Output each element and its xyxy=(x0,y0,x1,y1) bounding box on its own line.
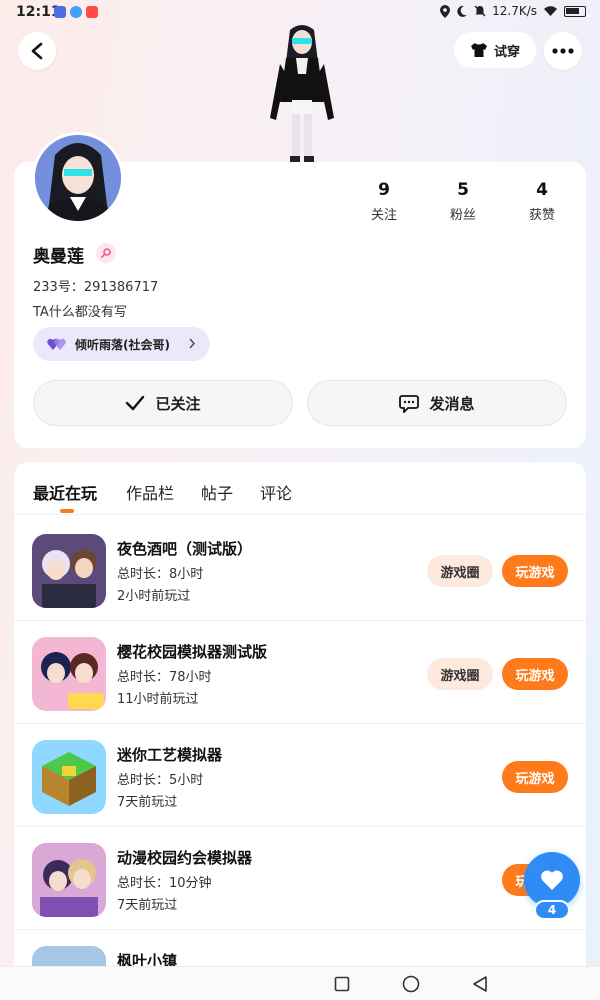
game-icon xyxy=(32,534,106,608)
game-duration: 总时长：5小时 xyxy=(117,773,204,788)
back-nav-icon[interactable] xyxy=(472,975,488,993)
system-nav-bar xyxy=(0,966,600,1000)
game-row[interactable]: 动漫校园约会模拟器 总时长：10分钟 7天前玩过 玩游戏 xyxy=(14,827,586,930)
tab-works[interactable]: 作品栏 xyxy=(126,480,174,504)
game-title: 樱花校园模拟器测试版 xyxy=(117,643,268,661)
stat-likes[interactable]: 4 获赞 xyxy=(512,180,572,223)
bio: TA什么都没有写 xyxy=(33,305,127,320)
tab-comments[interactable]: 评论 xyxy=(260,480,292,504)
game-last-played: 2小时前玩过 xyxy=(117,589,191,604)
recent-games-card: 最近在玩 作品栏 帖子 评论 夜色酒吧（测试版） 总时长：8小时 2小时前玩过 … xyxy=(14,462,586,1000)
game-circle-button[interactable]: 游戏圈 xyxy=(427,555,493,587)
game-row[interactable]: 迷你工艺模拟器 总时长：5小时 7天前玩过 玩游戏 xyxy=(14,724,586,827)
checkmark-icon xyxy=(126,395,145,411)
stat-followers-value: 5 xyxy=(457,180,469,200)
network-speed: 12.7K/s xyxy=(492,4,537,18)
divider xyxy=(14,514,586,515)
mail-notification-icon xyxy=(86,6,98,18)
game-duration: 总时长：10分钟 xyxy=(117,876,212,891)
tab-recently-played[interactable]: 最近在玩 xyxy=(33,480,97,504)
game-title: 夜色酒吧（测试版） xyxy=(117,540,253,558)
play-game-button[interactable]: 玩游戏 xyxy=(502,761,568,793)
stat-followers[interactable]: 5 粉丝 xyxy=(433,180,493,223)
stat-followers-label: 粉丝 xyxy=(449,208,476,223)
send-message-label: 发消息 xyxy=(429,394,475,413)
battery-icon xyxy=(564,5,586,17)
send-message-button[interactable]: 发消息 xyxy=(307,380,567,426)
game-last-played: 7天前玩过 xyxy=(117,898,178,913)
heart-pair-icon xyxy=(47,338,66,350)
like-count-badge: 4 xyxy=(534,900,570,920)
active-tab-indicator xyxy=(60,509,74,513)
recent-apps-icon[interactable] xyxy=(334,976,350,992)
browser-notification-icon xyxy=(70,6,82,18)
avatar[interactable] xyxy=(32,132,124,224)
back-arrow-icon xyxy=(31,42,43,60)
followed-button[interactable]: 已关注 xyxy=(33,380,293,426)
followed-label: 已关注 xyxy=(155,394,201,413)
stat-following[interactable]: 9 关注 xyxy=(354,180,414,223)
friend-badge-button[interactable]: 倾听雨落(社会哥) xyxy=(33,327,210,361)
wifi-icon xyxy=(544,6,557,16)
home-icon[interactable] xyxy=(402,975,420,993)
chevron-right-icon xyxy=(189,338,196,349)
game-row[interactable]: 樱花校园模拟器测试版 总时长：78小时 11小时前玩过 游戏圈 玩游戏 xyxy=(14,621,586,724)
game-last-played: 11小时前玩过 xyxy=(117,692,199,707)
more-dots-icon xyxy=(552,48,574,54)
heart-icon xyxy=(541,870,563,890)
game-circle-button[interactable]: 游戏圈 xyxy=(427,658,493,690)
stat-following-value: 9 xyxy=(378,180,390,200)
stat-likes-label: 获赞 xyxy=(528,208,555,223)
try-on-label: 试穿 xyxy=(493,44,520,60)
play-game-button[interactable]: 玩游戏 xyxy=(502,555,568,587)
try-on-button[interactable]: 试穿 xyxy=(454,32,536,68)
shirt-icon xyxy=(470,43,487,57)
game-title: 动漫校园约会模拟器 xyxy=(117,849,253,867)
message-bubble-icon xyxy=(399,394,420,413)
stat-following-label: 关注 xyxy=(370,208,397,223)
game-icon xyxy=(32,637,106,711)
game-last-played: 7天前玩过 xyxy=(117,795,178,810)
game-row[interactable]: 夜色酒吧（测试版） 总时长：8小时 2小时前玩过 游戏圈 玩游戏 xyxy=(14,518,586,621)
stat-likes-value: 4 xyxy=(536,180,548,200)
game-icon xyxy=(32,740,106,814)
user-id: 233号：291386717 xyxy=(33,280,159,295)
game-title: 迷你工艺模拟器 xyxy=(117,746,223,764)
avatar-3d-figure[interactable] xyxy=(262,22,342,164)
tab-posts[interactable]: 帖子 xyxy=(201,480,233,504)
play-game-button[interactable]: 玩游戏 xyxy=(502,658,568,690)
username: 奥曼莲 xyxy=(33,247,84,267)
female-gender-icon xyxy=(96,243,116,263)
game-duration: 总时长：8小时 xyxy=(117,567,204,582)
location-icon xyxy=(440,4,451,18)
more-button[interactable] xyxy=(544,32,582,70)
moon-icon xyxy=(457,5,468,17)
game-duration: 总时长：78小时 xyxy=(117,670,212,685)
game-icon xyxy=(32,843,106,917)
back-button[interactable] xyxy=(18,32,56,70)
friend-badge-label: 倾听雨落(社会哥) xyxy=(75,337,170,352)
bell-muted-icon xyxy=(474,5,486,17)
app-notification-icon xyxy=(54,6,66,18)
